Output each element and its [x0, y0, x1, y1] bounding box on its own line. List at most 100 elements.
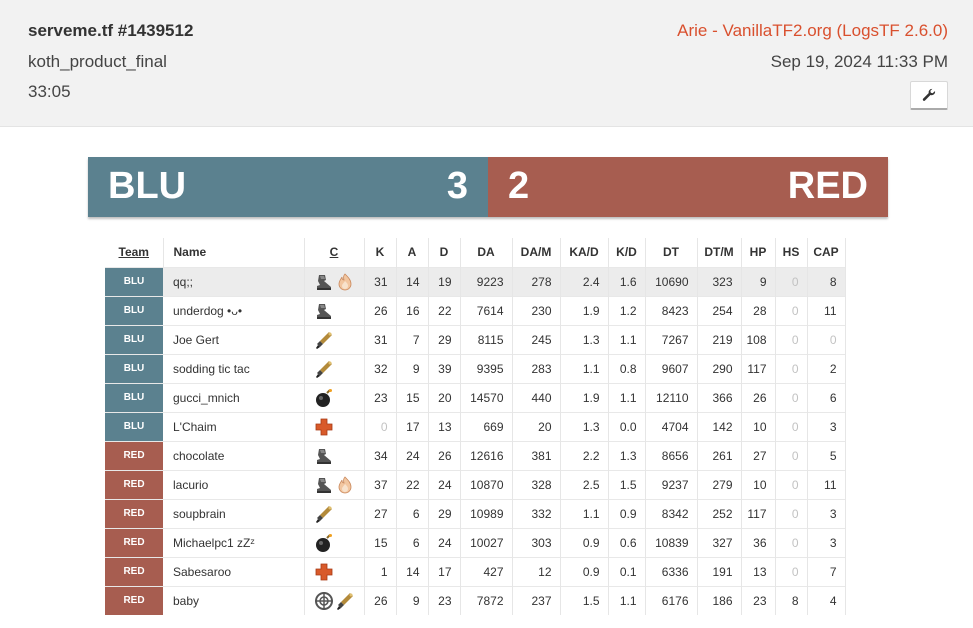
scout-icon[interactable]: [314, 272, 334, 292]
stat-deaths: 29: [428, 324, 461, 354]
stat-assists: 9: [396, 585, 429, 615]
stats-header-row: Team Name C K A D DA DA/M KA/D K/D DT DT…: [105, 238, 846, 267]
log-title: serveme.tf #1439512: [28, 21, 194, 40]
stat-headshots: 0: [775, 498, 808, 528]
stat-kad-ratio: 1.1: [560, 498, 609, 528]
stat-damage-per-minute: 20: [512, 411, 561, 441]
col-header-name[interactable]: Name: [163, 238, 305, 267]
stat-kills: 31: [364, 324, 397, 354]
player-name-link[interactable]: lacurio: [163, 469, 305, 499]
player-classes: [304, 353, 365, 383]
col-header-kd[interactable]: K/D: [608, 238, 646, 267]
stat-damage: 9223: [460, 266, 513, 296]
stat-damage-taken-per-minute: 261: [697, 440, 742, 470]
soldier-icon[interactable]: [314, 504, 334, 524]
col-header-dam[interactable]: DA/M: [512, 238, 561, 267]
scout-icon[interactable]: [314, 446, 334, 466]
uploader-link[interactable]: Arie - VanillaTF2.org (LogsTF 2.6.0): [677, 21, 948, 41]
player-classes: [304, 556, 365, 586]
player-name-link[interactable]: Joe Gert: [163, 324, 305, 354]
stat-assists: 6: [396, 498, 429, 528]
scout-icon[interactable]: [314, 475, 334, 495]
stat-assists: 16: [396, 295, 429, 325]
player-classes: [304, 324, 365, 354]
col-header-class[interactable]: C: [304, 238, 365, 267]
player-row: RED chocolate 34 24 26 12616 381 2.2 1.3 8656 261 2…: [105, 440, 846, 470]
col-header-kad[interactable]: KA/D: [560, 238, 609, 267]
blu-score-panel: BLU 3: [88, 157, 488, 217]
stat-kd-ratio: 0.1: [608, 556, 646, 586]
stat-damage: 9395: [460, 353, 513, 383]
player-classes: [304, 585, 365, 615]
player-team-badge: RED: [105, 440, 163, 470]
col-header-hp[interactable]: HP: [741, 238, 776, 267]
stat-damage-taken-per-minute: 142: [697, 411, 742, 441]
stat-damage-taken-per-minute: 186: [697, 585, 742, 615]
medic-icon[interactable]: [314, 417, 334, 437]
demoman-icon[interactable]: [314, 388, 334, 408]
stat-assists: 24: [396, 440, 429, 470]
medic-icon[interactable]: [314, 562, 334, 582]
player-name-link[interactable]: gucci_mnich: [163, 382, 305, 412]
col-header-da[interactable]: DA: [460, 238, 513, 267]
stat-damage-taken: 8342: [645, 498, 698, 528]
stat-damage-per-minute: 303: [512, 527, 561, 557]
stat-assists: 14: [396, 556, 429, 586]
player-name-link[interactable]: Michaelpc1 zZᶻ: [163, 527, 305, 557]
player-name-link[interactable]: L'Chaim: [163, 411, 305, 441]
stat-kills: 26: [364, 295, 397, 325]
player-name-link[interactable]: qq;;: [163, 266, 305, 296]
stat-kills: 23: [364, 382, 397, 412]
sniper-icon[interactable]: [314, 591, 334, 611]
stat-damage: 8115: [460, 324, 513, 354]
col-header-team[interactable]: Team: [105, 238, 164, 267]
col-header-cap[interactable]: CAP: [807, 238, 846, 267]
col-header-dt[interactable]: DT: [645, 238, 698, 267]
col-header-k[interactable]: K: [364, 238, 397, 267]
player-row: RED lacurio 37 22 24 10870 328 2.5 1.5 9237 279 10 0…: [105, 469, 846, 499]
stat-damage: 12616: [460, 440, 513, 470]
stat-captures: 4: [807, 585, 846, 615]
col-header-dtm[interactable]: DT/M: [697, 238, 742, 267]
player-name-link[interactable]: baby: [163, 585, 305, 615]
player-name-link[interactable]: soupbrain: [163, 498, 305, 528]
match-duration: 33:05: [28, 82, 71, 101]
stat-headshots: 0: [775, 556, 808, 586]
scout-icon[interactable]: [314, 301, 334, 321]
stats-body: BLU qq;; 31 14 19 9223 278 2.4 1.6 10690 323 9 0 8 BLU…: [105, 266, 846, 615]
tools-button[interactable]: [910, 81, 948, 110]
stat-kad-ratio: 1.3: [560, 411, 609, 441]
stat-damage-per-minute: 283: [512, 353, 561, 383]
stat-healthpacks: 9: [741, 266, 776, 296]
stat-damage: 669: [460, 411, 513, 441]
pyro-icon[interactable]: [335, 272, 355, 292]
soldier-icon[interactable]: [314, 330, 334, 350]
stat-headshots: 0: [775, 353, 808, 383]
soldier-icon[interactable]: [314, 359, 334, 379]
stat-damage-taken: 12110: [645, 382, 698, 412]
stat-kills: 26: [364, 585, 397, 615]
stat-deaths: 24: [428, 527, 461, 557]
stat-damage-per-minute: 230: [512, 295, 561, 325]
stat-captures: 3: [807, 527, 846, 557]
player-name-link[interactable]: underdog •ᴗ•: [163, 295, 305, 325]
stat-damage: 14570: [460, 382, 513, 412]
stat-damage-per-minute: 381: [512, 440, 561, 470]
player-row: BLU underdog •ᴗ• 26 16 22 7614 230 1.9 1.2 8423 25…: [105, 295, 846, 325]
pyro-icon[interactable]: [335, 475, 355, 495]
player-name-link[interactable]: chocolate: [163, 440, 305, 470]
stat-deaths: 22: [428, 295, 461, 325]
stat-kad-ratio: 2.2: [560, 440, 609, 470]
demoman-icon[interactable]: [314, 533, 334, 553]
stat-deaths: 24: [428, 469, 461, 499]
stat-kills: 37: [364, 469, 397, 499]
stat-damage-per-minute: 440: [512, 382, 561, 412]
player-name-link[interactable]: sodding tic tac: [163, 353, 305, 383]
col-header-a[interactable]: A: [396, 238, 429, 267]
soldier-icon[interactable]: [335, 591, 355, 611]
stat-captures: 6: [807, 382, 846, 412]
col-header-d[interactable]: D: [428, 238, 461, 267]
col-header-hs[interactable]: HS: [775, 238, 808, 267]
player-name-link[interactable]: Sabesaroo: [163, 556, 305, 586]
stat-damage-taken: 4704: [645, 411, 698, 441]
